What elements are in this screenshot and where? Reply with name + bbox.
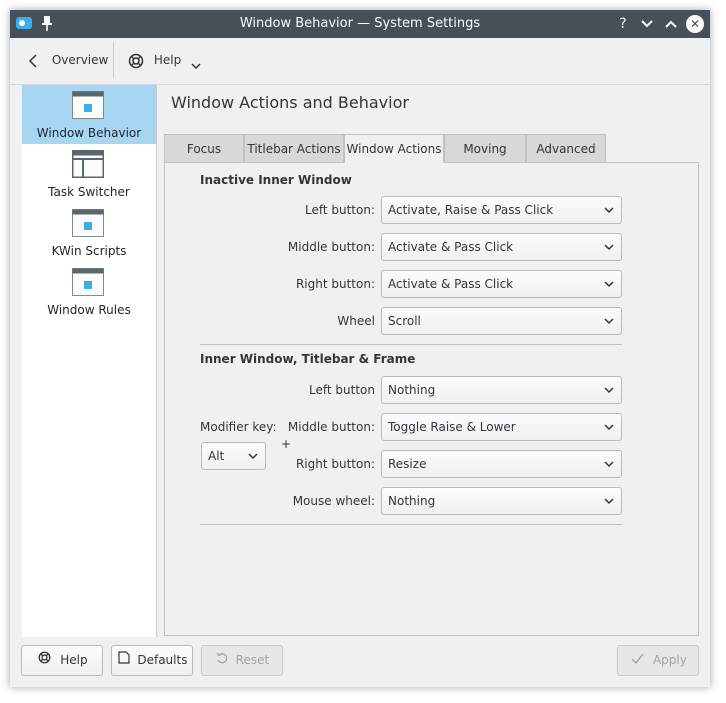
footer-help-button[interactable]: Help [21, 645, 103, 676]
settings-window: Window Behavior — System Settings ? ✕ Ov… [10, 10, 710, 687]
chevron-down-icon [191, 48, 203, 72]
tab-moving[interactable]: Moving [444, 134, 526, 162]
sidebar-item-label: Window Rules [47, 303, 131, 317]
combo-value: Nothing [388, 494, 436, 508]
window-title: Window Behavior — System Settings [239, 16, 481, 31]
defaults-label: Defaults [137, 653, 188, 667]
combo-value: Nothing [388, 383, 436, 397]
inactive-right-button-select[interactable]: Activate & Pass Click [381, 270, 622, 298]
inactive-middle-button-select[interactable]: Activate & Pass Click [381, 233, 622, 261]
back-chevron-icon [28, 48, 42, 72]
plus-sign: + [281, 437, 292, 451]
tab-window-actions[interactable]: Window Actions [344, 134, 444, 163]
sidebar-item-window-rules[interactable]: Window Rules [22, 262, 156, 321]
sidebar-item-label: Task Switcher [48, 185, 130, 199]
inner-right-button-label: Right button: [295, 457, 375, 471]
tab-advanced[interactable]: Advanced [526, 134, 606, 162]
combo-value: Activate & Pass Click [388, 240, 514, 254]
chevron-down-icon [603, 271, 615, 297]
inactive-left-button-select[interactable]: Activate, Raise & Pass Click [381, 196, 622, 224]
toolbar-separator [113, 42, 114, 78]
sidebar: Window Behavior Task Switcher KWin Scrip… [22, 85, 157, 637]
close-icon[interactable]: ✕ [686, 15, 704, 33]
chevron-down-icon [603, 488, 615, 514]
kwin-scripts-icon [72, 209, 104, 237]
tab-panel: Inactive Inner Window Left button: Activ… [164, 162, 699, 636]
page-title: Window Actions and Behavior [171, 93, 409, 112]
maximize-icon[interactable] [662, 10, 680, 38]
task-switcher-icon [72, 150, 104, 178]
overview-label: Overview [51, 53, 109, 67]
lifebuoy-icon [128, 48, 146, 72]
sidebar-item-window-behavior[interactable]: Window Behavior [22, 85, 156, 144]
footer-help-label: Help [60, 653, 88, 667]
sidebar-item-label: Window Behavior [36, 126, 142, 140]
chevron-down-icon [603, 414, 615, 440]
chevron-down-icon [603, 451, 615, 477]
inner-left-button-label: Left button [309, 383, 375, 397]
inactive-wheel-label: Wheel [337, 314, 375, 328]
inner-mouse-wheel-select[interactable]: Nothing [381, 487, 622, 515]
overview-button[interactable]: Overview [28, 48, 108, 72]
section-title-inner: Inner Window, Titlebar & Frame [200, 352, 416, 366]
inner-right-button-select[interactable]: Resize [381, 450, 622, 478]
reset-label: Reset [235, 653, 270, 667]
inner-left-button-select[interactable]: Nothing [381, 376, 622, 404]
document-defaults-icon [117, 646, 131, 675]
inactive-middle-button-label: Middle button: [287, 240, 375, 254]
combo-value: Activate & Pass Click [388, 277, 514, 291]
minimize-icon[interactable] [638, 10, 656, 38]
window-behavior-icon [72, 91, 104, 119]
defaults-button[interactable]: Defaults [111, 645, 193, 676]
tab-focus[interactable]: Focus [164, 134, 244, 162]
section-divider [200, 524, 622, 525]
section-divider [200, 344, 622, 345]
inactive-wheel-select[interactable]: Scroll [381, 307, 622, 335]
combo-value: Toggle Raise & Lower [388, 420, 516, 434]
sidebar-item-kwin-scripts[interactable]: KWin Scripts [22, 203, 156, 262]
chevron-down-icon [603, 377, 615, 403]
combo-value: Activate, Raise & Pass Click [388, 203, 554, 217]
help-label: Help [153, 53, 182, 67]
title-bar: Window Behavior — System Settings ? ✕ [10, 10, 710, 38]
inner-middle-button-label: Middle button: [287, 420, 375, 434]
combo-value: Resize [388, 457, 427, 471]
toolbar: Overview Help [10, 38, 710, 85]
window-rules-icon [72, 268, 104, 296]
combo-value: Scroll [388, 314, 421, 328]
checkmark-icon [629, 646, 645, 675]
help-menu-button[interactable]: Help [128, 48, 203, 72]
chevron-down-icon [603, 234, 615, 260]
reset-button[interactable]: Reset [201, 645, 283, 676]
inactive-left-button-label: Left button: [304, 203, 375, 217]
tab-titlebar-actions[interactable]: Titlebar Actions [244, 134, 344, 162]
inner-middle-button-select[interactable]: Toggle Raise & Lower [381, 413, 622, 441]
sidebar-item-task-switcher[interactable]: Task Switcher [22, 144, 156, 203]
undo-icon [215, 646, 229, 675]
inactive-right-button-label: Right button: [295, 277, 375, 291]
apply-button[interactable]: Apply [617, 645, 699, 676]
inner-mouse-wheel-label: Mouse wheel: [292, 494, 375, 508]
chevron-down-icon [603, 308, 615, 334]
section-title-inactive: Inactive Inner Window [200, 173, 352, 187]
lifebuoy-icon [36, 646, 52, 675]
sidebar-item-label: KWin Scripts [51, 244, 127, 258]
chevron-down-icon [603, 197, 615, 223]
help-titlebar-icon[interactable]: ? [614, 10, 632, 38]
combo-value: Alt [208, 449, 225, 463]
apply-label: Apply [652, 653, 687, 667]
